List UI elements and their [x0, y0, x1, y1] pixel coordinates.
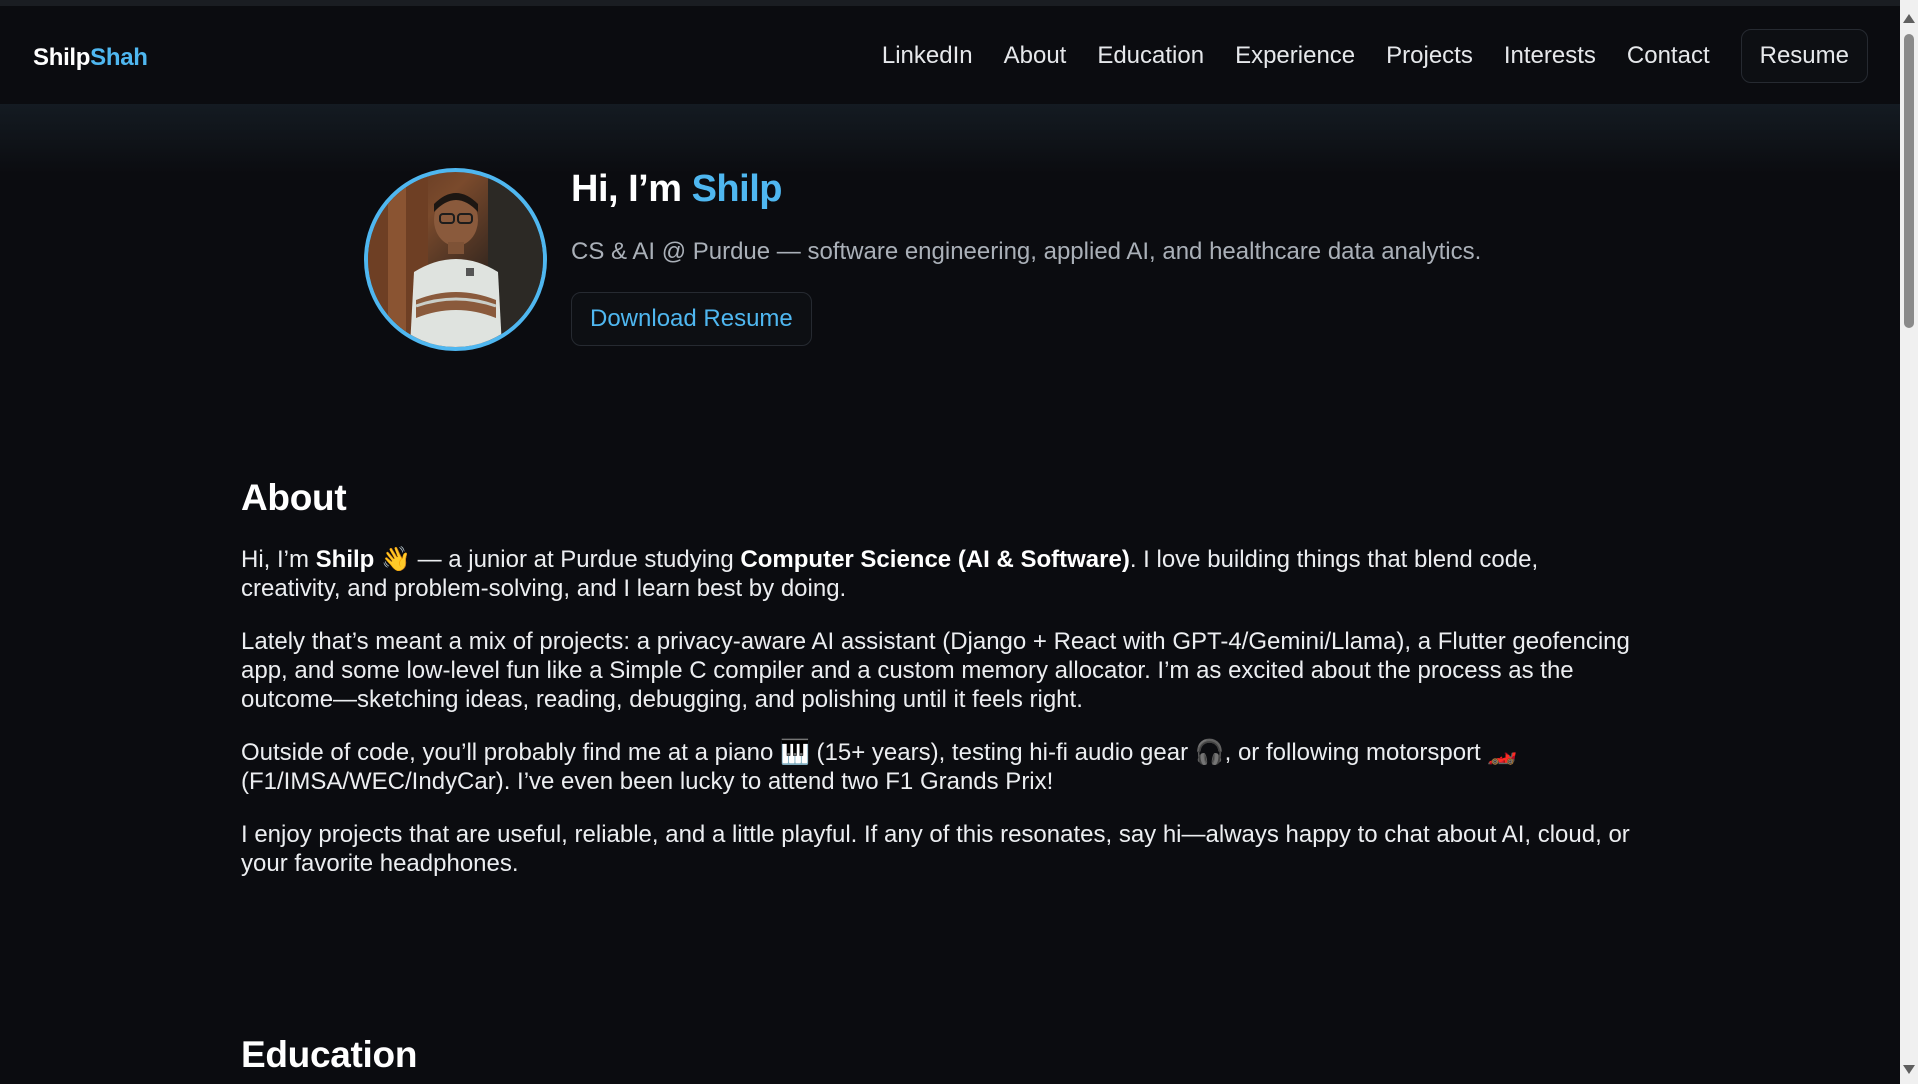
- nav-link-linkedin[interactable]: LinkedIn: [882, 29, 973, 83]
- top-navbar: ShilpShah LinkedIn About Education Exper…: [0, 6, 1900, 104]
- brand-logo[interactable]: ShilpShah: [33, 44, 148, 72]
- about-p1-name: Shilp: [315, 546, 375, 573]
- nav-link-interests[interactable]: Interests: [1504, 29, 1596, 83]
- nav-link-projects[interactable]: Projects: [1386, 29, 1473, 83]
- about-heading: About: [241, 477, 347, 518]
- hero-subtitle: CS & AI @ Purdue — software engineering,…: [571, 238, 1482, 265]
- hero-background: [0, 104, 1900, 174]
- about-paragraph-4: I enjoy projects that are useful, reliab…: [241, 821, 1630, 877]
- about-paragraph-3: Outside of code, you’ll probably find me…: [241, 739, 1518, 795]
- education-heading: Education: [241, 1034, 418, 1075]
- nav-link-experience[interactable]: Experience: [1235, 29, 1355, 83]
- vertical-scrollbar[interactable]: [1900, 0, 1918, 1084]
- nav-link-about[interactable]: About: [1004, 29, 1067, 83]
- hero-heading: Hi, I’m Shilp: [571, 168, 782, 211]
- about-p1-text-a: Hi, I’m: [241, 546, 316, 573]
- brand-last-name: Shah: [90, 44, 148, 71]
- brand-first-name: Shilp: [33, 44, 91, 71]
- nav-resume-button[interactable]: Resume: [1740, 29, 1868, 83]
- scroll-down-arrow-icon[interactable]: [1903, 1065, 1915, 1074]
- hero-greeting: Hi, I’m: [571, 168, 692, 210]
- nav-link-education[interactable]: Education: [1097, 29, 1204, 83]
- download-resume-button[interactable]: Download Resume: [571, 292, 812, 346]
- about-p1-major: Computer Science (AI & Software): [740, 546, 1130, 573]
- scrollbar-thumb[interactable]: [1904, 34, 1914, 328]
- about-p1-text-b: 👋 — a junior at Purdue studying: [374, 546, 741, 573]
- about-paragraph-1: Hi, I’m Shilp 👋 — a junior at Purdue stu…: [241, 545, 1641, 603]
- profile-avatar: [364, 168, 547, 351]
- nav-link-contact[interactable]: Contact: [1627, 29, 1710, 83]
- about-content: Hi, I’m Shilp 👋 — a junior at Purdue stu…: [241, 545, 1641, 902]
- nav-links: LinkedIn About Education Experience Proj…: [851, 29, 1868, 83]
- scroll-up-arrow-icon[interactable]: [1903, 14, 1915, 23]
- hero-name: Shilp: [691, 168, 783, 210]
- profile-photo-illustration: [368, 172, 543, 347]
- about-paragraph-2: Lately that’s meant a mix of projects: a…: [241, 628, 1630, 713]
